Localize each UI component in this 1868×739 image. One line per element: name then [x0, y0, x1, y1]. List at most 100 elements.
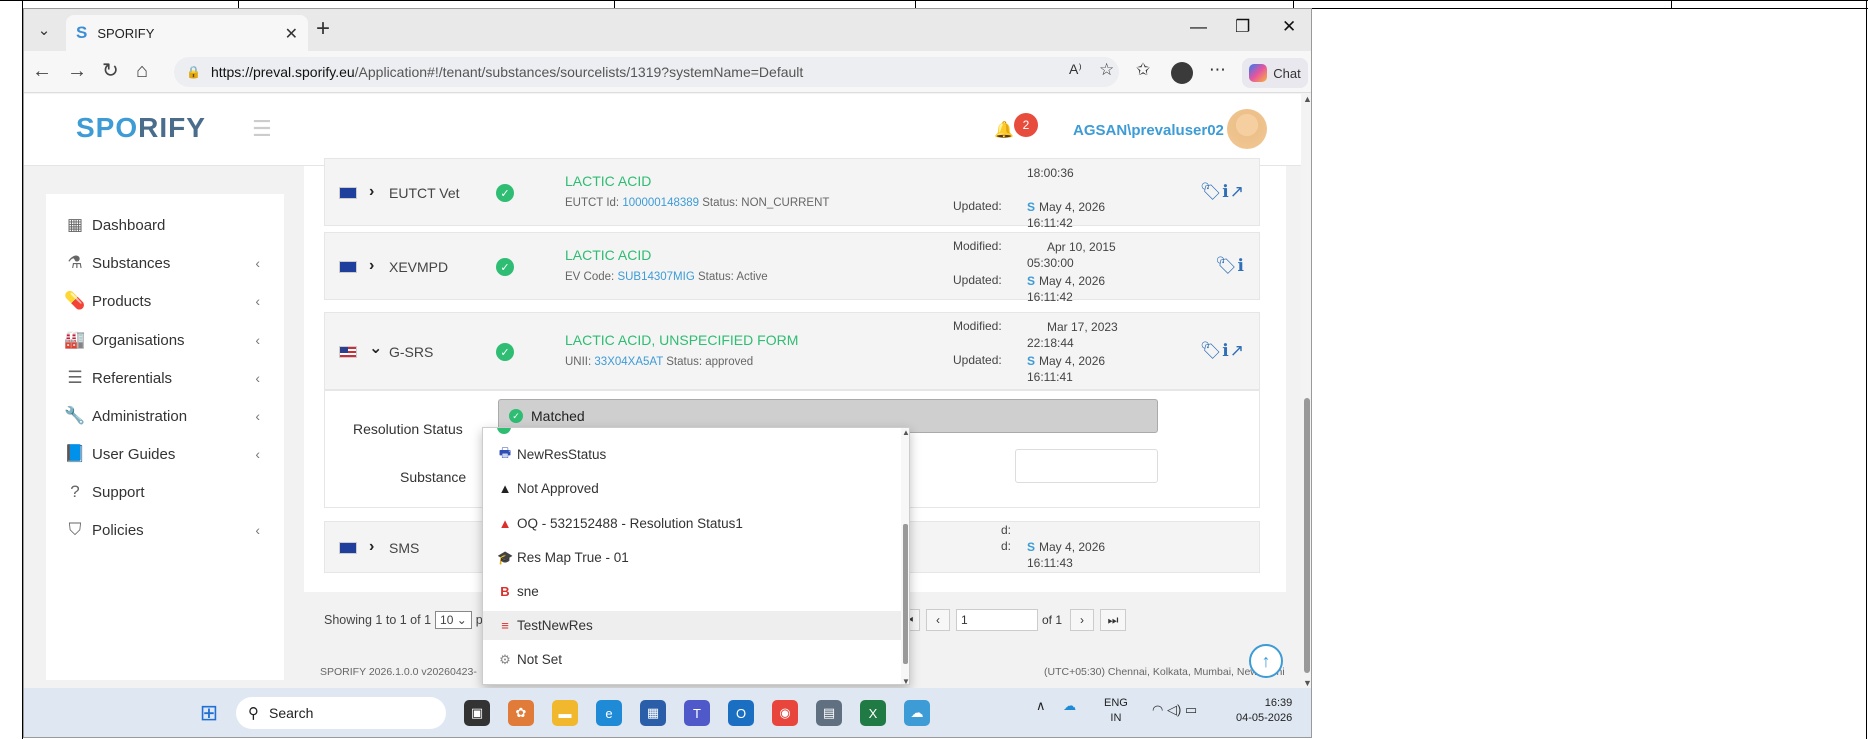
close-tab-icon[interactable]: ✕ [285, 24, 298, 44]
sidebar-item-substances[interactable]: ⚗ Substances ‹ [46, 244, 284, 282]
dropdown-scroll-down-icon[interactable]: ▼ [902, 677, 909, 684]
edge-icon[interactable]: e [596, 700, 622, 726]
restore-icon[interactable]: ❐ [1235, 17, 1250, 37]
dropdown-option[interactable]: ≡ TestNewRes [483, 611, 901, 640]
username[interactable]: AGSAN\prevaluser02 [1073, 122, 1224, 139]
source-row-g-srs[interactable]: ⌄ G-SRS ✓ LACTIC ACID, UNSPECIFIED FORM UNII… [324, 312, 1260, 390]
file-explorer-icon[interactable]: ▬ [552, 700, 578, 726]
chevron-right-icon[interactable]: › [369, 257, 374, 275]
onedrive-icon[interactable]: ☁ [1063, 698, 1076, 713]
modified-label-partial: d: [1001, 523, 1012, 537]
sidebar-item-referentials[interactable]: ☰ Referentials ‹ [46, 359, 284, 397]
dropdown-scrollbar[interactable]: ▲ ▼ [901, 428, 909, 684]
sidebar-item-label: Support [92, 483, 145, 501]
tray-chevron-icon[interactable]: ∧ [1036, 698, 1046, 713]
forward-icon[interactable]: → [67, 61, 87, 81]
browser-tab[interactable]: S SPORIFY ✕ [66, 15, 308, 51]
updated-date-text: May 4, 2026 [1039, 354, 1106, 368]
scroll-up-icon[interactable]: ▲ [1303, 94, 1311, 104]
chevron-down-icon[interactable]: ⌄ [369, 338, 382, 358]
id-link[interactable]: SUB14307MIG [617, 271, 694, 283]
sidebar-item-policies[interactable]: ⛉ Policies ‹ [46, 511, 284, 549]
source-row-xevmpd[interactable]: › XEVMPD ✓ LACTIC ACID EV Code: SUB14307MIG … [324, 232, 1260, 304]
sidebar-item-dashboard[interactable]: ▦ Dashboard [46, 206, 284, 244]
profile-avatar[interactable] [1171, 62, 1193, 84]
store-icon[interactable]: ▦ [640, 700, 666, 726]
read-aloud-icon[interactable]: A⁾ [1069, 61, 1082, 78]
notification-badge[interactable]: 2 [1014, 113, 1038, 137]
dropdown-option[interactable]: ▲ OQ - 532152488 - Resolution Status1 [483, 509, 901, 538]
chrome-icon[interactable]: ◉ [772, 700, 798, 726]
excel-icon[interactable]: X [860, 700, 886, 726]
page-scrollbar-thumb[interactable] [1304, 398, 1310, 673]
dropdown-option[interactable]: 🖶 NewResStatus [483, 440, 901, 469]
sidebar-item-products[interactable]: 💊 Products ‹ [46, 282, 284, 320]
notification-bell-icon[interactable]: 🔔 [994, 120, 1014, 140]
dropdown-option[interactable]: ⚙ Not Set [483, 645, 901, 674]
row-action-icons[interactable]: 🏷ℹ [1215, 256, 1245, 276]
site-info-icon[interactable]: 🔒 [186, 65, 201, 79]
taskbar-search[interactable]: ⚲ Search [236, 697, 446, 729]
new-tab-button[interactable]: + [316, 17, 330, 41]
home-icon[interactable]: ⌂ [136, 61, 148, 81]
id-link[interactable]: 100000148389 [622, 197, 699, 209]
app-icon-1[interactable]: ✿ [508, 700, 534, 726]
dropdown-option[interactable]: 🎓 Res Map True - 01 [483, 543, 901, 572]
task-view-icon[interactable]: ▣ [464, 700, 490, 726]
more-icon[interactable]: ⋯ [1209, 60, 1226, 80]
dropdown-scroll-up-icon[interactable]: ▲ [902, 428, 909, 437]
page-number-input[interactable]: 1 [956, 609, 1038, 631]
outlook-icon[interactable]: O [728, 700, 754, 726]
sporify-logo[interactable]: SPORIFY [76, 112, 206, 144]
sidebar-item-user-guides[interactable]: 📘 User Guides ‹ [46, 435, 284, 473]
substance-input[interactable] [1015, 449, 1158, 483]
row-action-icons[interactable]: 🏷ℹ↗ [1200, 341, 1245, 361]
scroll-down-icon[interactable]: ▼ [1303, 678, 1311, 688]
refresh-icon[interactable]: ↻ [102, 61, 119, 81]
app-icon-2[interactable]: ▤ [816, 700, 842, 726]
showing-text: Showing 1 to 1 of 1 [324, 613, 432, 627]
substance-name[interactable]: LACTIC ACID, UNSPECIFIED FORM [565, 332, 798, 348]
bold-b-icon: B [500, 584, 510, 599]
app-icon-3[interactable]: ☁ [904, 700, 930, 726]
favorite-star-icon[interactable]: ☆ [1099, 60, 1114, 80]
last-page-button[interactable]: ⏭ [1100, 609, 1126, 631]
substance-name[interactable]: LACTIC ACID [565, 247, 651, 263]
dropdown-option[interactable]: ▲ Not Approved [483, 474, 901, 503]
page-size-select[interactable]: 10 ⌄ [435, 611, 472, 629]
sidebar: ▦ Dashboard ⚗ Substances ‹ 💊 Products ‹ 🏭 Organis… [46, 194, 284, 680]
updated-date: S May 4, 2026 [1027, 273, 1105, 289]
prev-page-button[interactable]: ‹ [926, 609, 950, 631]
row-action-icons[interactable]: 🏷ℹ↗ [1200, 182, 1245, 202]
dropdown-scrollbar-thumb[interactable] [903, 524, 908, 664]
minimize-icon[interactable]: — [1190, 17, 1207, 37]
teams-icon[interactable]: T [684, 700, 710, 726]
windows-start-icon[interactable]: ⊞ [196, 700, 222, 726]
browser-window: ⌄ S SPORIFY ✕ + — ❐ ✕ ← → ↻ ⌂ 🔒 https://… [23, 8, 1312, 738]
substance-name[interactable]: LACTIC ACID [565, 173, 651, 189]
favorites-icon[interactable]: ✩ [1136, 60, 1150, 80]
hamburger-menu-icon[interactable]: ☰ [252, 116, 272, 142]
network-volume-battery-icons[interactable]: ◠ ◁) ▭ [1152, 702, 1197, 718]
chevron-right-icon[interactable]: › [369, 183, 374, 201]
tab-actions-chevron-icon[interactable]: ⌄ [30, 16, 58, 44]
dropdown-option[interactable]: Bsne [483, 577, 901, 606]
chevron-right-icon[interactable]: › [369, 538, 374, 556]
language-indicator[interactable]: ENG IN [1104, 696, 1128, 726]
updated-date: S May 4, 2026 [1027, 353, 1105, 369]
next-page-button[interactable]: › [1070, 609, 1094, 631]
taskbar-clock[interactable]: 16:39 04-05-2026 [1236, 696, 1292, 726]
source-name: XEVMPD [389, 259, 449, 275]
page-scrollbar[interactable]: ▲ ▼ [1301, 94, 1311, 688]
sidebar-item-support[interactable]: ? Support [46, 473, 284, 511]
id-link[interactable]: 33X04XA5AT [594, 356, 663, 368]
url-field[interactable]: 🔒 https://preval.sporify.eu /Application… [174, 57, 1119, 87]
user-avatar[interactable] [1227, 109, 1267, 149]
close-window-icon[interactable]: ✕ [1282, 17, 1296, 37]
copilot-chat-button[interactable]: Chat [1242, 58, 1308, 88]
back-icon[interactable]: ← [32, 61, 52, 81]
scroll-to-top-button[interactable]: ↑ [1249, 644, 1283, 678]
sidebar-item-administration[interactable]: 🔧 Administration ‹ [46, 397, 284, 435]
sidebar-item-organisations[interactable]: 🏭 Organisations ‹ [46, 321, 284, 359]
source-row-eutct vet[interactable]: › EUTCT Vet ✓ LACTIC ACID EUTCT Id: 10000014… [324, 158, 1260, 230]
